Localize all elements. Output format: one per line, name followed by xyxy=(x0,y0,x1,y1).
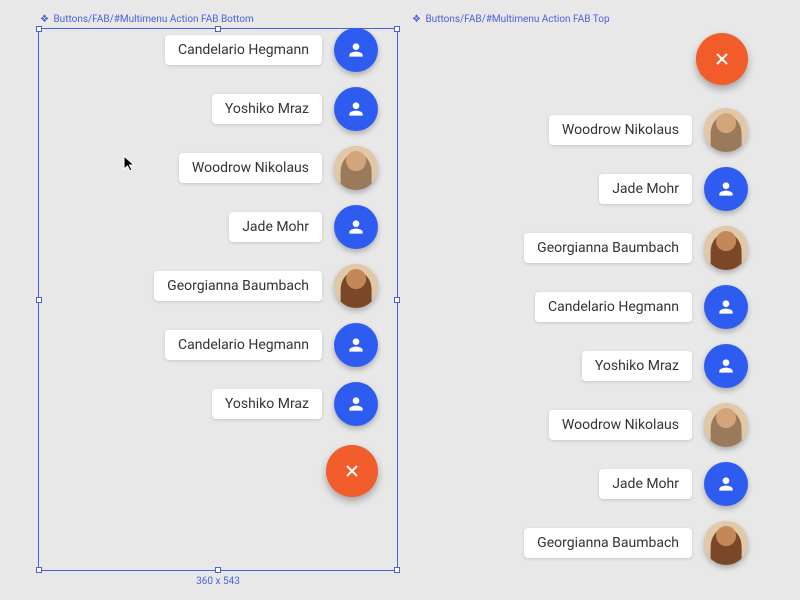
fab-item[interactable]: Jade Mohr xyxy=(599,167,748,211)
dimension-label: 360 x 543 xyxy=(38,576,398,587)
fab-main-item xyxy=(696,33,748,85)
resize-handle[interactable] xyxy=(36,567,42,573)
resize-handle[interactable] xyxy=(36,26,42,32)
fab-label: Georgianna Baumbach xyxy=(154,271,322,301)
fab-label: Georgianna Baumbach xyxy=(524,528,692,558)
resize-handle[interactable] xyxy=(394,567,400,573)
fab-main-button[interactable] xyxy=(326,445,378,497)
fab-label: Candelario Hegmann xyxy=(165,35,322,65)
fab-label: Yoshiko Mraz xyxy=(212,94,322,124)
fab-menu-bottom: Candelario Hegmann Yoshiko Mraz Woodrow … xyxy=(154,28,378,497)
person-icon xyxy=(346,394,366,414)
close-icon xyxy=(342,461,362,481)
avatar xyxy=(704,108,748,152)
artboard-label-right[interactable]: ❖ Buttons/FAB/#Multimenu Action FAB Top xyxy=(412,14,610,25)
fab-main-item xyxy=(326,445,378,497)
fab-avatar-button[interactable] xyxy=(334,264,378,308)
fab-item[interactable]: Woodrow Nikolaus xyxy=(549,403,748,447)
person-icon xyxy=(716,474,736,494)
fab-action-button[interactable] xyxy=(704,462,748,506)
fab-label: Jade Mohr xyxy=(599,469,692,499)
fab-avatar-button[interactable] xyxy=(704,521,748,565)
avatar xyxy=(704,403,748,447)
fab-menu-top: Woodrow Nikolaus Jade Mohr Georgianna Ba… xyxy=(524,33,748,565)
resize-handle[interactable] xyxy=(215,567,221,573)
fab-item[interactable]: Yoshiko Mraz xyxy=(212,382,378,426)
fab-label: Yoshiko Mraz xyxy=(212,389,322,419)
fab-action-button[interactable] xyxy=(334,87,378,131)
fab-avatar-button[interactable] xyxy=(704,403,748,447)
artboard-label-text: Buttons/FAB/#Multimenu Action FAB Top xyxy=(425,14,609,25)
fab-action-button[interactable] xyxy=(334,382,378,426)
fab-item[interactable]: Jade Mohr xyxy=(599,462,748,506)
fab-item[interactable]: Georgianna Baumbach xyxy=(524,521,748,565)
fab-item[interactable]: Woodrow Nikolaus xyxy=(549,108,748,152)
fab-item[interactable]: Jade Mohr xyxy=(229,205,378,249)
artboard-label-text: Buttons/FAB/#Multimenu Action FAB Bottom xyxy=(53,14,253,25)
person-icon xyxy=(346,99,366,119)
avatar xyxy=(334,264,378,308)
component-icon: ❖ xyxy=(412,14,421,25)
fab-main-button[interactable] xyxy=(696,33,748,85)
fab-action-button[interactable] xyxy=(334,205,378,249)
person-icon xyxy=(346,40,366,60)
resize-handle[interactable] xyxy=(36,297,42,303)
fab-item[interactable]: Georgianna Baumbach xyxy=(154,264,378,308)
fab-item[interactable]: Candelario Hegmann xyxy=(535,285,748,329)
avatar xyxy=(704,521,748,565)
avatar xyxy=(334,146,378,190)
fab-label: Jade Mohr xyxy=(599,174,692,204)
person-icon xyxy=(716,179,736,199)
person-icon xyxy=(346,335,366,355)
component-icon: ❖ xyxy=(40,14,49,25)
fab-label: Jade Mohr xyxy=(229,212,322,242)
fab-item[interactable]: Yoshiko Mraz xyxy=(582,344,748,388)
cursor-pointer xyxy=(123,155,137,173)
resize-handle[interactable] xyxy=(394,297,400,303)
fab-avatar-button[interactable] xyxy=(704,108,748,152)
fab-label: Yoshiko Mraz xyxy=(582,351,692,381)
fab-action-button[interactable] xyxy=(334,323,378,367)
fab-label: Candelario Hegmann xyxy=(535,292,692,322)
person-icon xyxy=(716,297,736,317)
fab-action-button[interactable] xyxy=(704,167,748,211)
fab-item[interactable]: Candelario Hegmann xyxy=(165,323,378,367)
fab-label: Georgianna Baumbach xyxy=(524,233,692,263)
artboard-label-left[interactable]: ❖ Buttons/FAB/#Multimenu Action FAB Bott… xyxy=(40,14,254,25)
fab-item[interactable]: Yoshiko Mraz xyxy=(212,87,378,131)
fab-label: Woodrow Nikolaus xyxy=(549,410,692,440)
fab-action-button[interactable] xyxy=(704,285,748,329)
fab-label: Woodrow Nikolaus xyxy=(549,115,692,145)
fab-avatar-button[interactable] xyxy=(334,146,378,190)
fab-item[interactable]: Candelario Hegmann xyxy=(165,28,378,72)
fab-avatar-button[interactable] xyxy=(704,226,748,270)
fab-action-button[interactable] xyxy=(334,28,378,72)
fab-label: Candelario Hegmann xyxy=(165,330,322,360)
fab-item[interactable]: Georgianna Baumbach xyxy=(524,226,748,270)
fab-action-button[interactable] xyxy=(704,344,748,388)
avatar xyxy=(704,226,748,270)
fab-label: Woodrow Nikolaus xyxy=(179,153,322,183)
person-icon xyxy=(346,217,366,237)
resize-handle[interactable] xyxy=(394,26,400,32)
fab-item[interactable]: Woodrow Nikolaus xyxy=(179,146,378,190)
person-icon xyxy=(716,356,736,376)
close-icon xyxy=(712,49,732,69)
